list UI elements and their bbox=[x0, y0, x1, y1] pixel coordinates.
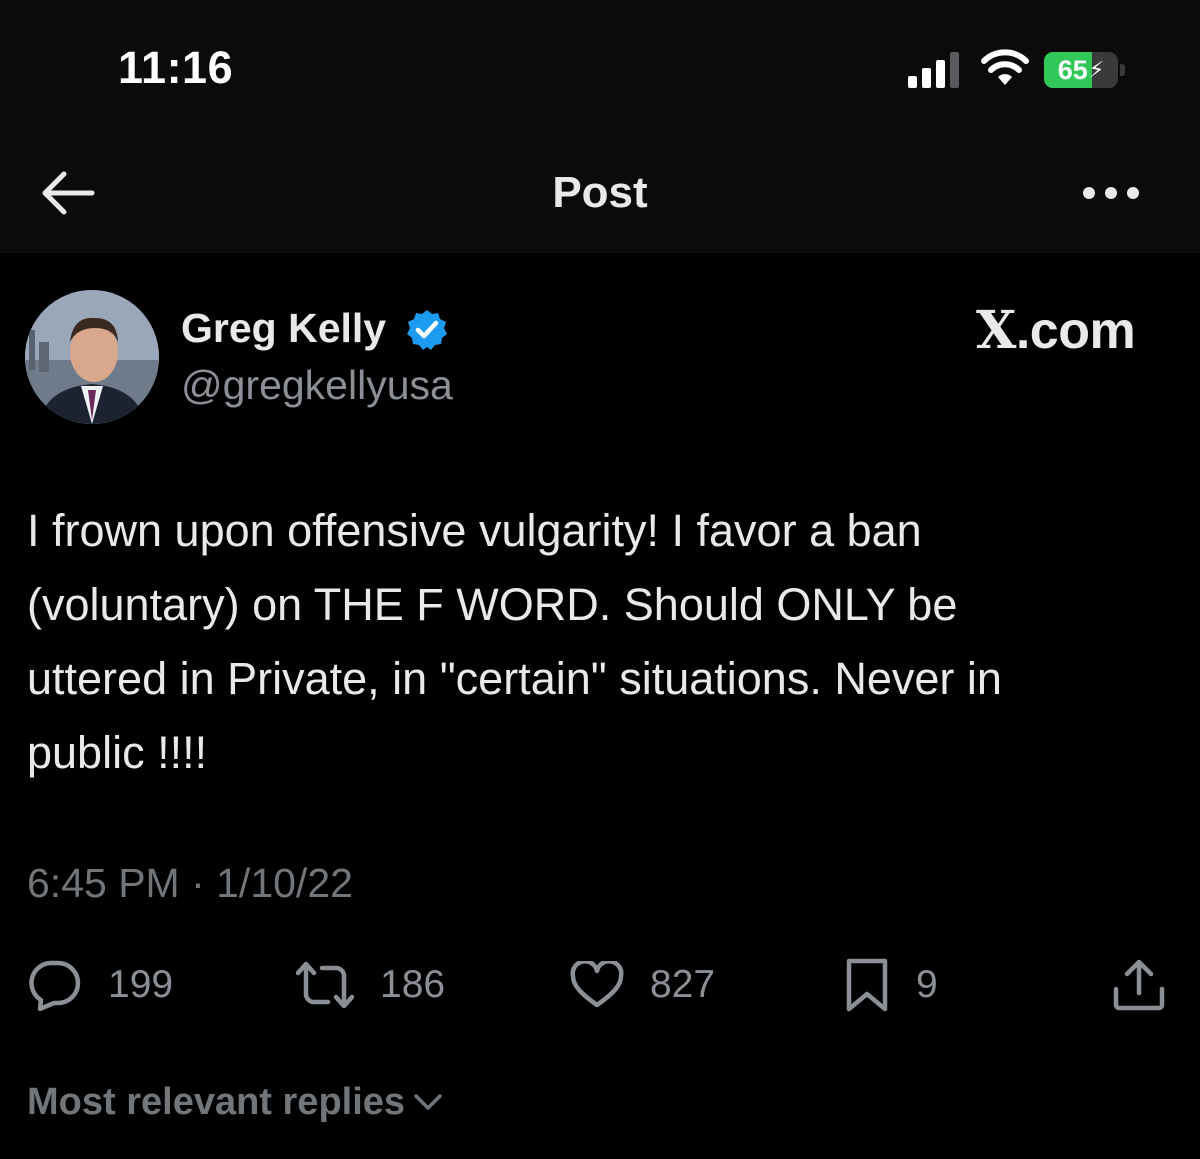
reply-icon bbox=[29, 960, 81, 1011]
repost-button[interactable]: 186 bbox=[296, 955, 445, 1015]
battery-body: 65 ⚡ bbox=[1044, 52, 1118, 88]
verified-badge-icon bbox=[407, 310, 447, 350]
author-handle[interactable]: @gregkellyusa bbox=[181, 362, 453, 409]
battery-label: 65 ⚡ bbox=[1044, 52, 1118, 88]
chevron-down-icon bbox=[414, 1094, 442, 1110]
x-logo-glyph: X bbox=[976, 300, 1016, 361]
like-button[interactable]: 827 bbox=[570, 955, 715, 1015]
cellular-signal-icon bbox=[908, 52, 959, 88]
reply-count: 199 bbox=[108, 963, 174, 1006]
avatar-portrait-image bbox=[25, 290, 159, 424]
like-count: 827 bbox=[650, 963, 716, 1006]
battery-percent: 65 bbox=[1057, 54, 1088, 85]
author-avatar[interactable] bbox=[25, 290, 159, 424]
page-title: Post bbox=[552, 168, 648, 217]
battery-indicator: 65 ⚡ bbox=[1044, 52, 1126, 88]
x-com-watermark: X.com bbox=[976, 300, 1136, 361]
replies-sort-dropdown[interactable]: Most relevant replies bbox=[27, 1078, 443, 1126]
repost-count: 186 bbox=[380, 963, 446, 1006]
post-text: I frown upon offensive vulgarity! I favo… bbox=[27, 505, 1002, 778]
repost-icon bbox=[296, 961, 354, 1009]
status-time: 11:16 bbox=[118, 42, 234, 93]
bookmark-button[interactable]: 9 bbox=[844, 955, 938, 1015]
bookmark-count: 9 bbox=[916, 963, 938, 1006]
bookmark-icon bbox=[846, 958, 888, 1012]
more-options-icon[interactable] bbox=[1082, 180, 1140, 206]
share-icon bbox=[1113, 959, 1165, 1011]
wifi-icon bbox=[981, 49, 1029, 85]
post-timestamp[interactable]: 6:45 PM · 1/10/22 bbox=[27, 860, 353, 907]
replies-sort-label: Most relevant replies bbox=[27, 1080, 406, 1123]
brand-suffix: .com bbox=[1015, 302, 1136, 360]
reply-button[interactable]: 199 bbox=[26, 955, 173, 1015]
heart-icon bbox=[570, 961, 624, 1008]
battery-cap bbox=[1120, 64, 1125, 76]
post-screen: 11:16 65 ⚡ Post Greg Kelly @gregkellyusa… bbox=[0, 0, 1200, 1159]
charging-bolt-icon: ⚡ bbox=[1088, 57, 1105, 82]
author-name[interactable]: Greg Kelly bbox=[181, 305, 386, 352]
share-button[interactable] bbox=[1112, 955, 1166, 1015]
